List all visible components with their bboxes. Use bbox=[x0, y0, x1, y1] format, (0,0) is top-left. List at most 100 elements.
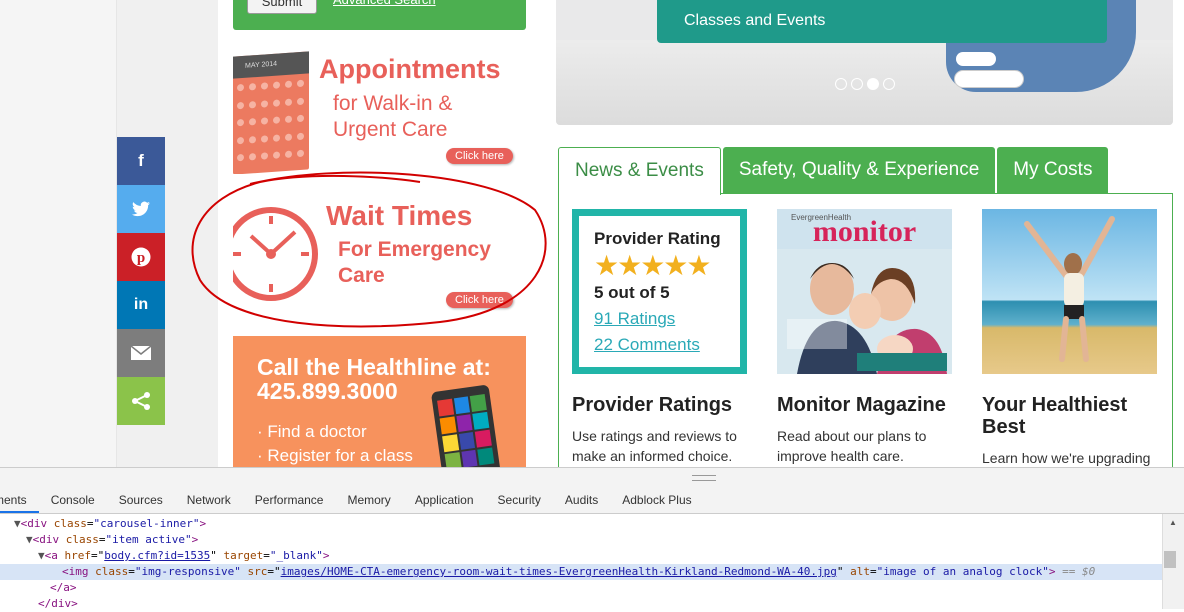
advanced-search-link[interactable]: Advanced Search bbox=[333, 0, 436, 10]
dom-node-carousel-inner[interactable]: ▼<div class="carousel-inner"> bbox=[0, 516, 1162, 532]
linkedin-icon: in bbox=[133, 296, 149, 313]
dom-node-div-close[interactable]: </div> bbox=[0, 596, 1162, 612]
provider-rating-image[interactable]: Provider Rating ★★★★★ 5 out of 5 91 Rati… bbox=[572, 209, 747, 374]
share-icon bbox=[132, 392, 150, 410]
comments-link[interactable]: 22 Comments bbox=[594, 332, 740, 358]
devtools-tab-performance[interactable]: Performance bbox=[243, 487, 336, 513]
carousel-indicators bbox=[835, 78, 895, 90]
monitor-magazine-title[interactable]: Monitor Magazine bbox=[777, 394, 952, 416]
carousel-dot[interactable] bbox=[851, 78, 863, 90]
facebook-icon: f bbox=[138, 151, 144, 170]
code-tag: <a bbox=[44, 549, 58, 562]
carousel-dot[interactable] bbox=[883, 78, 895, 90]
monitor-masthead: monitor bbox=[812, 215, 917, 248]
devtools-tab-adblock[interactable]: Adblock Plus bbox=[610, 487, 703, 513]
code-attr: class bbox=[53, 517, 87, 530]
tab-my-costs[interactable]: My Costs bbox=[997, 147, 1109, 194]
hero-shoe bbox=[956, 52, 996, 66]
calendar-day-dot bbox=[297, 79, 304, 88]
devtools-resize-handle[interactable] bbox=[0, 467, 1184, 487]
code-attr: src bbox=[247, 565, 268, 578]
phone-app-tile bbox=[439, 416, 457, 435]
monitor-magazine-cover[interactable]: EvergreenHealth monitor bbox=[777, 209, 952, 374]
facebook-share-button[interactable]: f bbox=[117, 137, 165, 185]
calendar-day-dot bbox=[273, 151, 280, 160]
calendar-day-dot bbox=[297, 132, 304, 140]
calendar-day-dot bbox=[249, 135, 256, 144]
code-value: "carousel-inner" bbox=[93, 517, 200, 530]
star-rating-icon: ★★★★★ bbox=[594, 250, 712, 281]
phone-app-tile bbox=[453, 396, 471, 415]
dom-node-anchor[interactable]: ▼<a href="body.cfm?id=1535" target="_bla… bbox=[0, 548, 1162, 564]
hero-carousel[interactable]: Classes and Events bbox=[556, 0, 1173, 125]
calendar-day-dot bbox=[237, 101, 244, 109]
healthline-cta[interactable]: Call the Healthline at: 425.899.3000 · F… bbox=[233, 336, 526, 467]
scroll-up-arrow-icon[interactable]: ▲ bbox=[1169, 518, 1177, 527]
calendar-day-dot bbox=[249, 118, 256, 126]
devtools-tab-memory[interactable]: Memory bbox=[335, 487, 402, 513]
wait-times-subtitle-1: For Emergency bbox=[338, 238, 491, 261]
dom-node-item-active[interactable]: ▼<div class="item active"> bbox=[0, 532, 1162, 548]
submit-button[interactable]: Submit bbox=[247, 0, 317, 14]
devtools-tab-audits[interactable]: Audits bbox=[553, 487, 610, 513]
code-link[interactable]: images/HOME-CTA-emergency-room-wait-time… bbox=[281, 565, 837, 578]
devtools-tab-security[interactable]: Security bbox=[486, 487, 553, 513]
twitter-share-button[interactable] bbox=[117, 185, 165, 233]
calendar-day-dot bbox=[261, 82, 268, 90]
selected-node-marker: == $0 bbox=[1062, 565, 1096, 578]
phone-app-tile bbox=[461, 449, 478, 467]
carousel-dot[interactable] bbox=[835, 78, 847, 90]
provider-rating-heading: Provider Rating bbox=[594, 229, 721, 248]
tab-bar: News & Events Safety, Quality & Experien… bbox=[558, 147, 1110, 195]
scrollbar-thumb[interactable] bbox=[1164, 551, 1176, 568]
devtools-scrollbar[interactable]: ▲ bbox=[1162, 514, 1184, 609]
code-tag: </a> bbox=[50, 581, 77, 594]
collapse-arrow-icon[interactable]: ▼ bbox=[26, 533, 33, 546]
pinterest-share-button[interactable]: p bbox=[117, 233, 165, 281]
code-link[interactable]: body.cfm?id=1535 bbox=[104, 549, 210, 562]
dom-node-anchor-close[interactable]: </a> bbox=[0, 580, 1162, 596]
devtools-tab-console[interactable]: Console bbox=[39, 487, 107, 513]
provider-ratings-title[interactable]: Provider Ratings bbox=[572, 394, 747, 416]
appointments-click-here-button[interactable]: Click here bbox=[446, 148, 513, 164]
more-share-button[interactable] bbox=[117, 377, 165, 425]
linkedin-share-button[interactable]: in bbox=[117, 281, 165, 329]
phone-app-tile bbox=[437, 398, 454, 417]
code-attr: class bbox=[65, 533, 99, 546]
healthiest-best-title[interactable]: Your Healthiest Best bbox=[982, 394, 1157, 438]
calendar-icon: MAY 2014 bbox=[233, 51, 309, 174]
calendar-grid bbox=[237, 79, 305, 169]
code-value: "item active" bbox=[105, 533, 192, 546]
provider-ratings-text: Use ratings and reviews to make an infor… bbox=[572, 428, 737, 464]
healthline-bullet-register: · Register for a class bbox=[257, 446, 413, 465]
calendar-day-dot bbox=[297, 150, 304, 158]
phone-app-tile bbox=[475, 429, 492, 448]
monitor-magazine-text: Read about our plans to improve health c… bbox=[777, 428, 927, 464]
ratings-link[interactable]: 91 Ratings bbox=[594, 306, 740, 332]
devtools-tab-application[interactable]: Application bbox=[403, 487, 486, 513]
tab-safety-quality[interactable]: Safety, Quality & Experience bbox=[722, 147, 996, 194]
wait-times-click-here-button[interactable]: Click here bbox=[446, 292, 513, 308]
browser-viewport: Submit Advanced Search MAY 2014 Appointm… bbox=[0, 0, 1184, 467]
wait-times-subtitle-2: Care bbox=[338, 264, 385, 287]
email-share-button[interactable] bbox=[117, 329, 165, 377]
calendar-day-dot bbox=[273, 81, 280, 89]
calendar-day-dot bbox=[249, 153, 256, 161]
dom-node-img-selected[interactable]: <img class="img-responsive" src="images/… bbox=[0, 564, 1162, 580]
calendar-day-dot bbox=[285, 115, 292, 124]
devtools-tab-sources[interactable]: Sources bbox=[107, 487, 175, 513]
carousel-dot-active[interactable] bbox=[867, 78, 879, 90]
hero-caption[interactable]: Classes and Events bbox=[657, 0, 1107, 43]
family-photo bbox=[777, 249, 952, 374]
collapse-arrow-icon[interactable]: ▼ bbox=[38, 549, 45, 562]
collapse-arrow-icon[interactable]: ▼ bbox=[14, 517, 21, 530]
healthiest-best-image[interactable] bbox=[982, 209, 1157, 374]
calendar-day-dot bbox=[237, 119, 244, 127]
devtools-tab-network[interactable]: Network bbox=[175, 487, 243, 513]
devtools-tab-elements[interactable]: ments bbox=[0, 487, 39, 513]
appointments-cta[interactable]: MAY 2014 Appointments for Walk-in & Urge… bbox=[233, 46, 526, 174]
calendar-day-dot bbox=[237, 154, 244, 162]
tab-news-events[interactable]: News & Events bbox=[558, 147, 721, 195]
email-icon bbox=[131, 346, 151, 360]
wait-times-cta[interactable]: Wait Times For Emergency Care Click here bbox=[233, 192, 526, 314]
